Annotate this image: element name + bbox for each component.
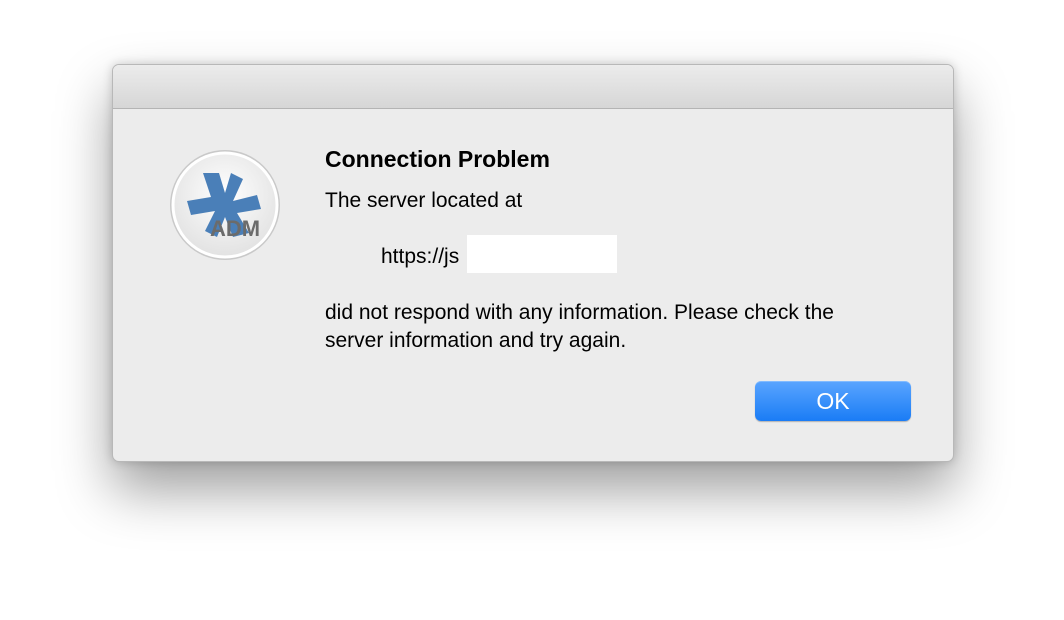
dialog-content: Connection Problem The server located at… [325,143,905,355]
dialog-titlebar[interactable] [113,65,953,109]
dialog-intro-text: The server located at [325,189,523,212]
server-url: https://js [381,245,460,268]
adm-logo-icon: ADM [169,149,281,261]
server-url-line: https://jsn/ [325,235,905,273]
dialog-message: did not respond with any information. Pl… [325,301,834,352]
alert-dialog: ADM Connection Problem The server locate… [112,64,954,462]
adm-logo-text: ADM [210,216,260,241]
ok-button[interactable]: OK [755,381,911,421]
dialog-title: Connection Problem [325,146,550,172]
redaction-box [467,235,617,273]
